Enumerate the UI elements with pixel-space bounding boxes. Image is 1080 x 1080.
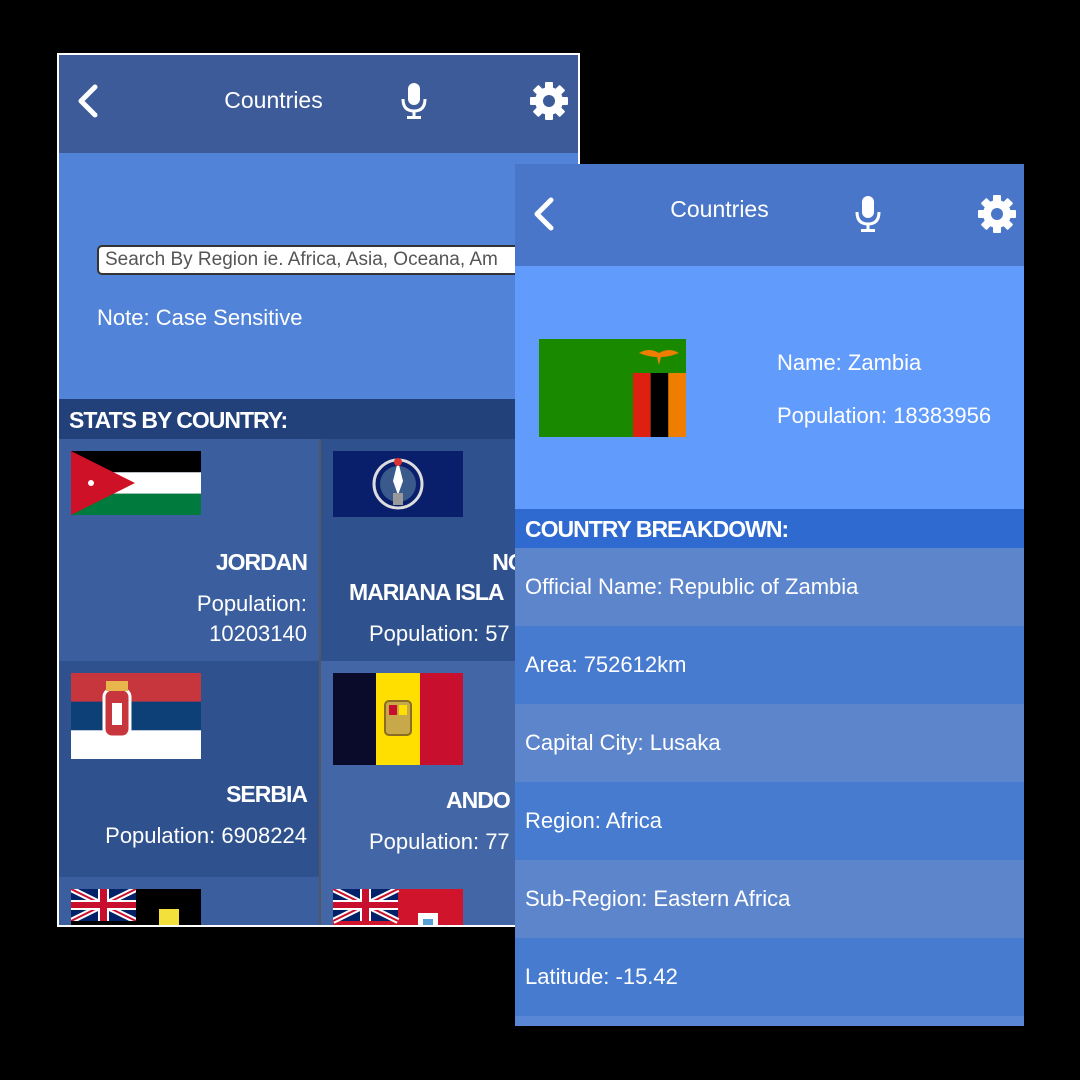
country-card-turks-caicos[interactable] — [59, 877, 319, 925]
country-list-screen: Countries Note: Case Sensitive STATS BY … — [57, 53, 580, 927]
microphone-icon[interactable] — [399, 81, 429, 121]
sub-region: Sub-Region: Eastern Africa — [525, 886, 791, 911]
list-item: Official Name: Republic of Zambia — [515, 548, 1024, 626]
app-header: Countries — [59, 55, 578, 153]
turks-and-caicos-flag — [71, 889, 201, 925]
stats-section-header: STATS BY COUNTRY: — [59, 399, 578, 439]
country-population: Population: 18383956 — [777, 403, 992, 428]
area: Area: 752612km — [525, 652, 687, 677]
official-name: Official Name: Republic of Zambia — [525, 574, 859, 599]
population-label: Population: — [196, 591, 307, 616]
serbia-flag — [71, 673, 201, 759]
country-card-serbia[interactable]: SERBIA Population: 6908224 — [59, 661, 319, 877]
app-header: Countries — [515, 164, 1024, 266]
list-item: Region: Africa — [515, 782, 1024, 860]
country-card-jordan[interactable]: JORDAN Population: 10203140 — [59, 439, 319, 661]
zambia-flag — [539, 339, 686, 437]
gear-icon[interactable] — [977, 194, 1017, 234]
search-note: Note: Case Sensitive — [97, 305, 303, 330]
list-item: Capital City: Lusaka — [515, 704, 1024, 782]
list-item: Area: 752612km — [515, 626, 1024, 704]
breakdown-section-title: COUNTRY BREAKDOWN: — [525, 516, 789, 542]
country-name: SERBIA — [226, 781, 308, 807]
population-value: 10203140 — [209, 621, 307, 646]
region: Region: Africa — [525, 808, 662, 833]
gear-icon[interactable] — [529, 81, 569, 121]
microphone-icon[interactable] — [853, 194, 883, 234]
list-item: Sub-Region: Eastern Africa — [515, 860, 1024, 938]
region-search-input[interactable] — [97, 245, 557, 275]
capital-city: Capital City: Lusaka — [525, 730, 721, 755]
northern-mariana-islands-flag — [333, 451, 463, 517]
country-summary: Name: Zambia Population: 18383956 — [515, 266, 1024, 509]
population-value: Population: 57 — [369, 621, 510, 646]
stats-section-title: STATS BY COUNTRY: — [69, 407, 288, 433]
breakdown-section-header: COUNTRY BREAKDOWN: — [515, 509, 1024, 548]
country-name: ANDO — [446, 787, 511, 813]
population-value: Population: 77 — [369, 829, 510, 854]
country-name: JORDAN — [215, 549, 308, 575]
population-value: Population: 6908224 — [105, 823, 307, 848]
country-detail-screen: Countries Name: Zambia Population: 18383… — [515, 164, 1024, 1026]
country-name-line2: MARIANA ISLA — [349, 579, 505, 605]
bermuda-flag — [333, 889, 463, 925]
list-item: Latitude: -15.42 — [515, 938, 1024, 1016]
search-section: Note: Case Sensitive — [59, 153, 578, 399]
andorra-flag — [333, 673, 463, 765]
breakdown-list: Official Name: Republic of Zambia Area: … — [515, 548, 1024, 1016]
jordan-flag — [71, 451, 201, 515]
country-name: Name: Zambia — [777, 350, 922, 375]
latitude: Latitude: -15.42 — [525, 964, 678, 989]
